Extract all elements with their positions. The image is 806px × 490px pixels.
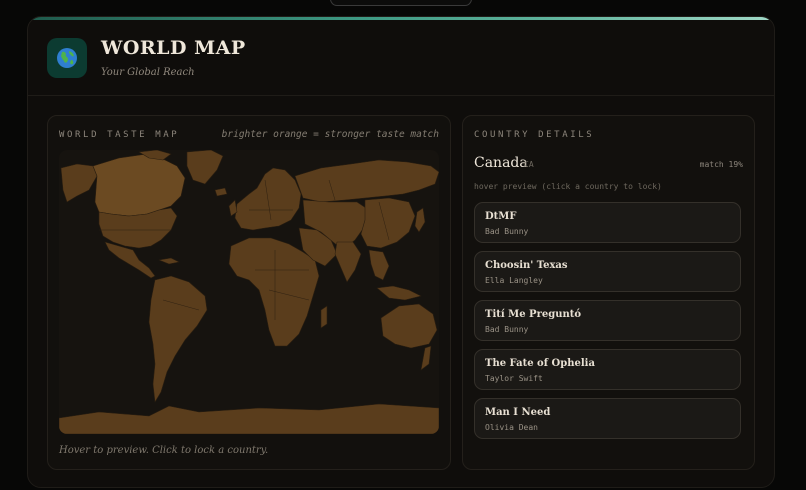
song-card[interactable]: Choosin' Texas Ella Langley	[474, 251, 741, 292]
song-artist: Taylor Swift	[485, 374, 543, 383]
country-madagascar[interactable]	[320, 305, 328, 329]
page-subtitle: Your Global Reach	[101, 67, 195, 78]
song-card[interactable]: The Fate of Ophelia Taylor Swift	[474, 349, 741, 390]
song-title: DtMF	[485, 211, 517, 222]
country-greenland[interactable]	[186, 150, 224, 185]
song-title: Tití Me Preguntó	[485, 309, 582, 320]
country-alaska[interactable]	[60, 163, 98, 203]
song-card[interactable]: DtMF Bad Bunny	[474, 202, 741, 243]
country-code: CA	[524, 160, 534, 169]
globe-icon	[47, 38, 87, 78]
world-taste-map-panel: WORLD TASTE MAP brighter orange = strong…	[47, 115, 451, 470]
page-title: WORLD MAP	[101, 37, 246, 59]
song-title: Choosin' Texas	[485, 260, 568, 271]
card-accent-bar	[28, 17, 774, 20]
country-mexico[interactable]	[104, 241, 156, 279]
song-artist: Bad Bunny	[485, 325, 529, 334]
song-card[interactable]: Man I Need Olivia Dean	[474, 398, 741, 439]
song-title: The Fate of Ophelia	[485, 358, 595, 369]
song-artist: Ella Langley	[485, 276, 543, 285]
country-southeast-asia[interactable]	[368, 249, 390, 281]
song-artist: Bad Bunny	[485, 227, 529, 236]
details-panel-label: COUNTRY DETAILS	[474, 130, 595, 140]
song-card[interactable]: Tití Me Preguntó Bad Bunny	[474, 300, 741, 341]
country-canada[interactable]	[92, 153, 186, 217]
header-divider	[28, 95, 774, 96]
country-russia[interactable]	[294, 159, 439, 203]
country-china[interactable]	[360, 197, 416, 249]
hover-preview-note: hover preview (click a country to lock)	[474, 182, 662, 191]
map-legend-hint: brighter orange = stronger taste match	[221, 129, 439, 140]
country-details-panel: COUNTRY DETAILS Canada CA match 19% hove…	[462, 115, 755, 470]
country-name: Canada	[474, 155, 528, 171]
country-antarctica[interactable]	[59, 403, 439, 434]
map-footer-hint: Hover to preview. Click to lock a countr…	[59, 445, 269, 456]
country-south-america[interactable]	[148, 275, 208, 403]
country-africa[interactable]	[228, 237, 320, 347]
country-indonesia[interactable]	[376, 285, 422, 301]
song-artist: Olivia Dean	[485, 423, 538, 432]
map-panel-label: WORLD TASTE MAP	[59, 130, 180, 140]
country-india[interactable]	[334, 241, 362, 283]
match-percentage: match 19%	[699, 160, 743, 169]
world-map[interactable]	[59, 150, 439, 434]
country-australia[interactable]	[380, 303, 438, 349]
country-iceland[interactable]	[214, 187, 228, 197]
country-japan[interactable]	[414, 207, 426, 233]
world-map-card: WORLD MAP Your Global Reach WORLD TASTE …	[27, 16, 775, 488]
song-title: Man I Need	[485, 407, 551, 418]
top-pill-handle[interactable]	[330, 0, 472, 6]
country-caribbean[interactable]	[158, 257, 180, 265]
country-new-zealand[interactable]	[420, 345, 432, 371]
